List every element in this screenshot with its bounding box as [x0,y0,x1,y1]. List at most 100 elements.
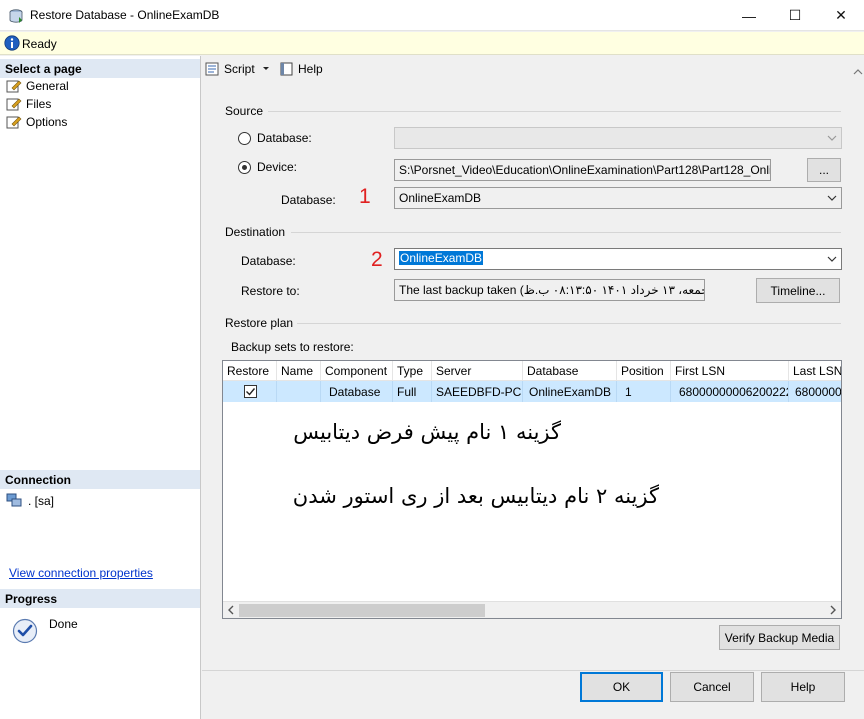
type-cell: Full [393,381,432,402]
column-header-database[interactable]: Database [523,361,617,381]
progress-header: Progress [0,589,200,608]
database-radio-label: Database: [257,131,312,145]
help-book-icon [280,62,293,76]
column-header-type[interactable]: Type [393,361,432,381]
column-header-position[interactable]: Position [617,361,671,381]
backup-sets-label: Backup sets to restore: [231,340,354,354]
destination-database-combo[interactable]: OnlineExamDB [394,248,842,270]
toolbar: Script Help [202,56,852,84]
info-icon [4,35,20,51]
restore-cell[interactable] [223,381,277,402]
restore-checkbox[interactable] [244,385,257,398]
connection-header: Connection [0,470,200,489]
server-cell: SAEEDBFD-PC [432,381,523,402]
restore-to-field: The last backup taken (جمعه، ۱۳ خرداد ۱۴… [394,279,705,301]
first-lsn-cell: 68000000006200222 [671,381,789,402]
page-item-label: Files [26,97,52,111]
name-cell [277,381,321,402]
title-bar: Restore Database - OnlineExamDB — ☐ ✕ [0,0,864,31]
restore-plan-divider [297,323,841,324]
page-item-files[interactable]: Files [6,95,51,113]
source-section-label: Source [225,104,264,118]
verify-backup-media-button[interactable]: Verify Backup Media [719,625,840,650]
server-connection-icon [6,493,22,507]
source-database-select[interactable]: OnlineExamDB [394,187,842,209]
restore-database-icon [9,9,23,23]
destination-database-value: OnlineExamDB [399,251,484,265]
backup-sets-grid[interactable]: Restore Name Component Type Server Datab… [222,360,842,619]
select-page-header: Select a page [0,59,200,78]
script-icon [205,62,219,76]
minimize-button[interactable]: — [726,0,772,31]
annotation-option-2: گزینه ۲ نام دیتابیس بعد از ری استور شدن [292,484,659,508]
marker-1: 1 [359,185,371,208]
device-radio[interactable] [238,161,251,174]
restore-to-label: Restore to: [241,284,300,298]
chevron-down-icon [262,67,269,70]
browse-device-button[interactable]: ... [807,158,841,182]
grid-header: Restore Name Component Type Server Datab… [223,361,841,381]
scroll-right-icon[interactable] [828,605,838,615]
ok-button[interactable]: OK [580,672,663,702]
chevron-down-icon [827,135,837,141]
cancel-button[interactable]: Cancel [670,672,754,702]
device-radio-label: Device: [257,160,298,174]
connection-text: . [sa] [28,494,55,508]
left-pane: Select a page General Files Options Conn… [0,56,201,719]
database-radio[interactable] [238,132,251,145]
page-item-general[interactable]: General [6,77,69,95]
page-item-label: General [26,79,69,93]
component-cell: Database [321,381,393,402]
annotation-option-1: گزینه ۱ نام پیش فرض دیتابیس [293,420,561,444]
scrollbar-thumb[interactable] [239,604,485,617]
help-label: Help [298,62,323,76]
restore-plan-section-label: Restore plan [225,316,294,330]
page-item-label: Options [26,115,68,129]
source-database-dropdown[interactable] [394,127,842,149]
scroll-up-icon[interactable] [853,68,863,76]
script-label: Script [224,62,255,76]
column-header-name[interactable]: Name [277,361,321,381]
column-header-first-lsn[interactable]: First LSN [671,361,789,381]
maximize-icon: ☐ [788,7,802,23]
source-database-label: Database: [281,193,336,207]
chevron-down-icon [827,195,837,201]
column-header-server[interactable]: Server [432,361,523,381]
column-header-component[interactable]: Component [321,361,393,381]
vertical-scrollbar[interactable] [852,56,864,670]
page-wrench-icon [6,98,22,111]
view-connection-properties-link[interactable]: View connection properties [9,566,153,580]
database-cell: OnlineExamDB [523,381,617,402]
source-database-value: OnlineExamDB [399,191,482,205]
close-button[interactable]: ✕ [818,0,864,31]
destination-divider [291,232,841,233]
last-lsn-cell: 68000000 [789,381,841,402]
progress-text: Done [49,617,78,631]
column-header-restore[interactable]: Restore [223,361,277,381]
minimize-icon: — [742,7,756,24]
status-text: Ready [22,37,57,51]
scroll-left-icon[interactable] [226,605,236,615]
close-icon: ✕ [835,7,847,23]
position-cell: 1 [617,381,671,402]
maximize-button[interactable]: ☐ [772,0,818,31]
marker-2: 2 [371,248,383,271]
help-button[interactable]: Help [761,672,845,702]
column-header-last-lsn[interactable]: Last LSN [789,361,841,381]
page-item-options[interactable]: Options [6,113,67,131]
page-wrench-icon [6,116,22,129]
source-divider [268,111,841,112]
chevron-down-icon [827,256,837,262]
table-row[interactable]: Database Full SAEEDBFD-PC OnlineExamDB 1… [223,381,841,402]
timeline-button[interactable]: Timeline... [756,278,840,303]
help-toolbar-button[interactable]: Help [279,62,323,76]
destination-section-label: Destination [225,225,286,239]
horizontal-scrollbar[interactable] [223,601,841,618]
status-bar: Ready [0,32,864,55]
script-button[interactable]: Script [205,62,273,76]
destination-database-label: Database: [241,254,296,268]
device-path-field[interactable]: S:\Porsnet_Video\Education\OnlineExamina… [394,159,771,181]
page-wrench-icon [6,80,22,93]
done-check-icon [12,618,38,644]
window-title: Restore Database - OnlineExamDB [30,8,220,22]
